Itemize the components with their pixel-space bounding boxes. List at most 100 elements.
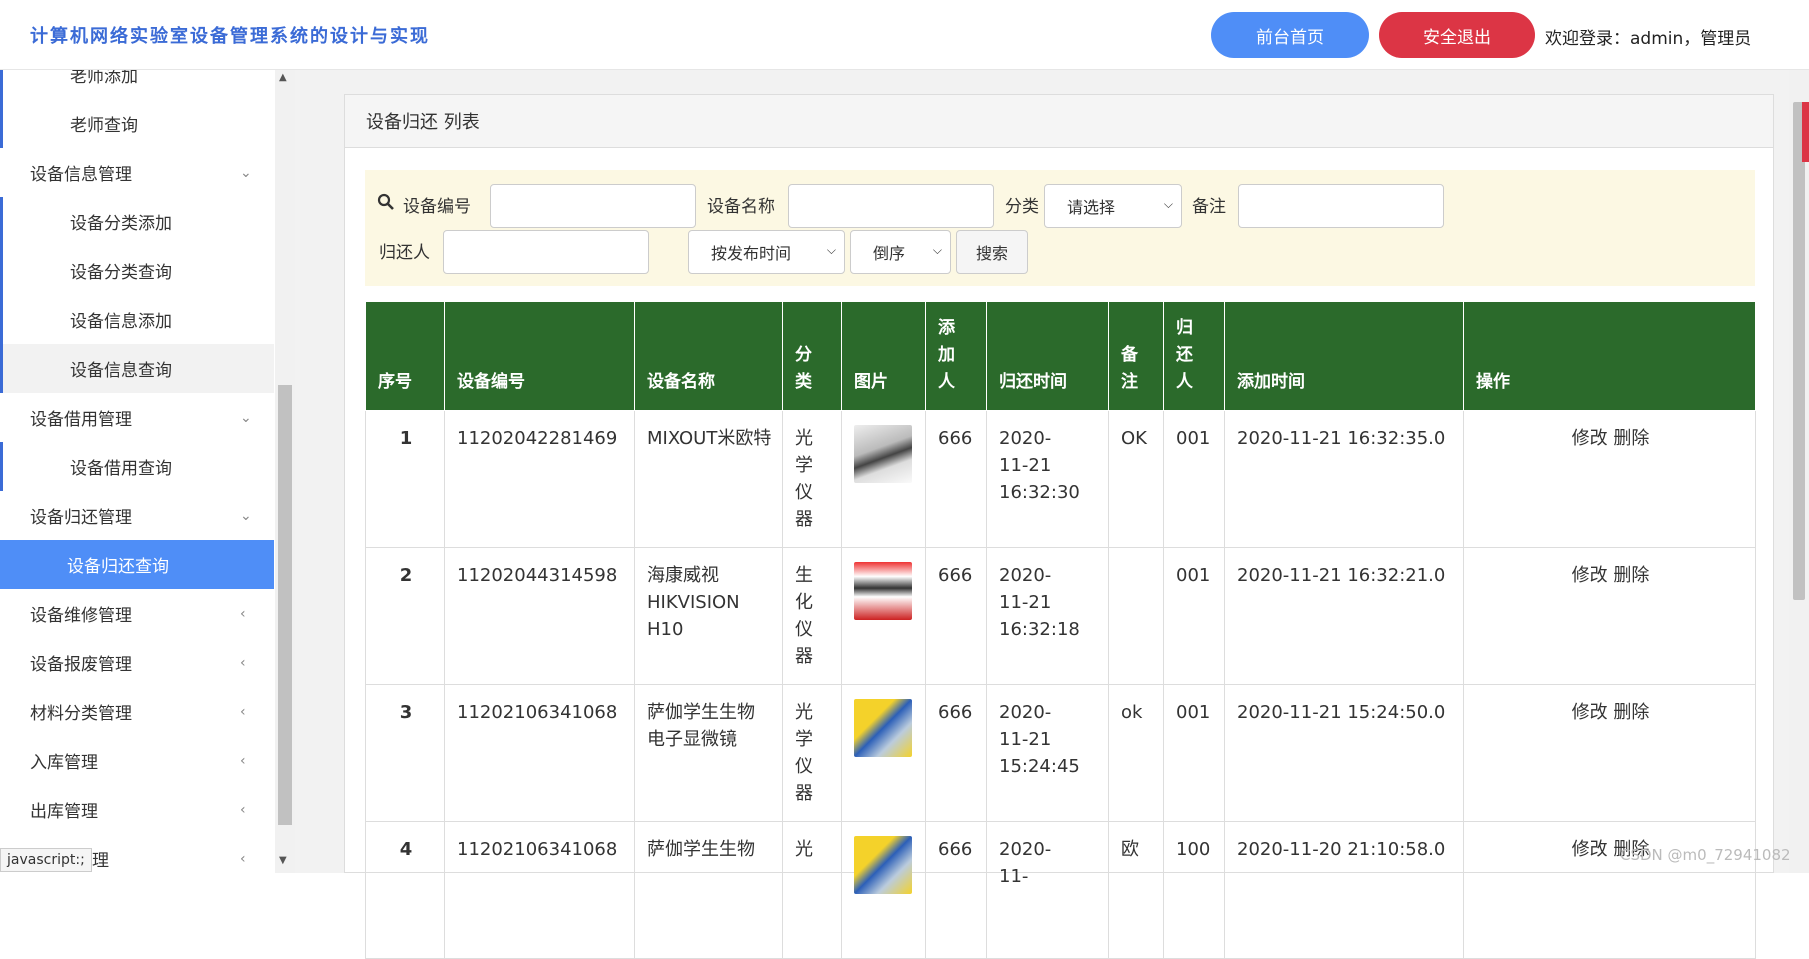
- edit-link[interactable]: 修改: [1572, 839, 1608, 860]
- col-header-actions: 操作: [1463, 301, 1756, 411]
- cell-no: 3: [365, 684, 445, 822]
- table-row: 4 11202106341068 萨伽学生生物 光 666 2020-11- 欧…: [365, 821, 1756, 959]
- cell-image: [841, 547, 926, 685]
- col-header-adder: 添加人: [925, 301, 987, 411]
- cell-code: 11202042281469: [444, 410, 635, 548]
- chevron-left-icon: ‹: [240, 752, 246, 769]
- cell-adder: 666: [925, 410, 987, 548]
- return-table: 序号 设备编号 设备名称 分类 图片 添加人 归还时间 备注 归还人 添加时间 …: [365, 301, 1756, 959]
- cell-actions: 修改 删除: [1463, 821, 1756, 959]
- col-header-image: 图片: [841, 301, 926, 411]
- cell-image: [841, 410, 926, 548]
- welcome-text: 欢迎登录：admin，管理员: [1545, 29, 1752, 49]
- col-header-remark: 备注: [1108, 301, 1164, 411]
- category-select[interactable]: 请选择 ⌵: [1044, 184, 1182, 228]
- device-thumbnail[interactable]: [854, 836, 912, 894]
- chevron-left-icon: ‹: [240, 605, 246, 622]
- cell-return-time: 2020-11-: [986, 821, 1109, 959]
- delete-link[interactable]: 删除: [1613, 428, 1649, 449]
- cell-actions: 修改 删除: [1463, 410, 1756, 548]
- cell-adder: 666: [925, 684, 987, 822]
- cell-name: 海康威视HIKVISION H10: [634, 547, 783, 685]
- sidebar-item-category-add[interactable]: 设备分类添加: [0, 197, 274, 246]
- search-button[interactable]: 搜索: [956, 230, 1028, 274]
- delete-link[interactable]: 删除: [1613, 565, 1649, 586]
- sidebar-scroll-thumb[interactable]: [278, 385, 292, 825]
- chevron-down-icon: ⌵: [1163, 197, 1173, 211]
- cell-category: 光学仪器: [782, 684, 842, 822]
- sidebar-item-return-query[interactable]: 设备归还查询: [0, 540, 274, 589]
- cell-returner: 001: [1163, 547, 1225, 685]
- logout-button[interactable]: 安全退出: [1379, 12, 1535, 58]
- device-thumbnail[interactable]: [854, 699, 912, 757]
- delete-link[interactable]: 删除: [1613, 702, 1649, 723]
- scroll-up-arrow-icon[interactable]: ▲: [279, 72, 287, 83]
- sidebar-group-device-info[interactable]: 设备信息管理 ⌄: [0, 148, 274, 197]
- cell-adder: 666: [925, 821, 987, 959]
- chevron-down-icon: ⌄: [240, 507, 252, 524]
- sidebar-group-material[interactable]: 材料分类管理 ‹: [0, 687, 274, 736]
- cell-created: 2020-11-21 16:32:35.0: [1224, 410, 1464, 548]
- sidebar-group-scrap[interactable]: 设备报废管理 ‹: [0, 638, 274, 687]
- cell-name: MIXOUT米欧特: [634, 410, 783, 548]
- cell-remark: OK: [1108, 410, 1164, 548]
- table-header-row: 序号 设备编号 设备名称 分类 图片 添加人 归还时间 备注 归还人 添加时间 …: [365, 301, 1756, 411]
- chevron-down-icon: ⌵: [932, 243, 942, 257]
- home-button[interactable]: 前台首页: [1211, 12, 1369, 58]
- sidebar: 老师添加 老师查询 设备信息管理 ⌄ 设备分类添加 设备分类查询 设备信息添加 设…: [0, 70, 275, 873]
- sort-field-select[interactable]: 按发布时间 ⌵: [688, 230, 845, 274]
- cell-image: [841, 821, 926, 959]
- sort-order-select[interactable]: 倒序 ⌵: [850, 230, 951, 274]
- chevron-left-icon: ‹: [240, 654, 246, 671]
- chevron-down-icon: ⌵: [826, 243, 836, 257]
- cell-no: 1: [365, 410, 445, 548]
- returner-label: 归还人: [379, 243, 430, 263]
- sidebar-item-teacher-query[interactable]: 老师查询: [0, 99, 274, 148]
- sidebar-item-category-query[interactable]: 设备分类查询: [0, 246, 274, 295]
- returner-input[interactable]: [443, 230, 649, 274]
- sidebar-group-borrow[interactable]: 设备借用管理 ⌄: [0, 393, 274, 442]
- edit-link[interactable]: 修改: [1572, 428, 1608, 449]
- scroll-down-arrow-icon[interactable]: ▼: [279, 855, 287, 866]
- chevron-left-icon: ‹: [240, 703, 246, 720]
- sidebar-item-borrow-query[interactable]: 设备借用查询: [0, 442, 274, 491]
- sidebar-item-teacher-add[interactable]: 老师添加: [0, 70, 274, 99]
- cell-name: 萨伽学生生物电子显微镜: [634, 684, 783, 822]
- cell-remark: [1108, 547, 1164, 685]
- app-title: 计算机网络实验室设备管理系统的设计与实现: [30, 26, 430, 47]
- device-no-input[interactable]: [490, 184, 696, 228]
- cell-no: 2: [365, 547, 445, 685]
- cell-return-time: 2020-11-21 16:32:30: [986, 410, 1109, 548]
- table-row: 2 11202044314598 海康威视HIKVISION H10 生化仪器 …: [365, 547, 1756, 685]
- edit-link[interactable]: 修改: [1572, 702, 1608, 723]
- category-label: 分类: [1005, 197, 1039, 217]
- col-header-created: 添加时间: [1224, 301, 1464, 411]
- device-thumbnail[interactable]: [854, 562, 912, 620]
- cell-actions: 修改 删除: [1463, 684, 1756, 822]
- chevron-left-icon: ‹: [240, 850, 246, 867]
- cell-created: 2020-11-20 21:10:58.0: [1224, 821, 1464, 959]
- device-no-label: 设备编号: [403, 197, 471, 217]
- sidebar-group-stock-in[interactable]: 入库管理 ‹: [0, 736, 274, 785]
- sidebar-item-device-query[interactable]: 设备信息查询: [0, 344, 274, 393]
- sidebar-group-stock-out[interactable]: 出库管理 ‹: [0, 785, 274, 834]
- col-header-category: 分类: [782, 301, 842, 411]
- device-name-input[interactable]: [788, 184, 994, 228]
- device-thumbnail[interactable]: [854, 425, 912, 483]
- cell-returner: 001: [1163, 684, 1225, 822]
- sidebar-item-device-add[interactable]: 设备信息添加: [0, 295, 274, 344]
- sidebar-group-repair[interactable]: 设备维修管理 ‹: [0, 589, 274, 638]
- cell-return-time: 2020-11-21 16:32:18: [986, 547, 1109, 685]
- cell-category: 光: [782, 821, 842, 959]
- remark-input[interactable]: [1238, 184, 1444, 228]
- page-scroll-thumb[interactable]: [1793, 102, 1805, 600]
- chevron-left-icon: ‹: [240, 801, 246, 818]
- cell-actions: 修改 删除: [1463, 547, 1756, 685]
- cell-name: 萨伽学生生物: [634, 821, 783, 959]
- scroll-indicator: [1802, 102, 1809, 162]
- col-header-return-time: 归还时间: [986, 301, 1109, 411]
- sidebar-group-return[interactable]: 设备归还管理 ⌄: [0, 491, 274, 540]
- cell-code: 11202106341068: [444, 684, 635, 822]
- edit-link[interactable]: 修改: [1572, 565, 1608, 586]
- cell-image: [841, 684, 926, 822]
